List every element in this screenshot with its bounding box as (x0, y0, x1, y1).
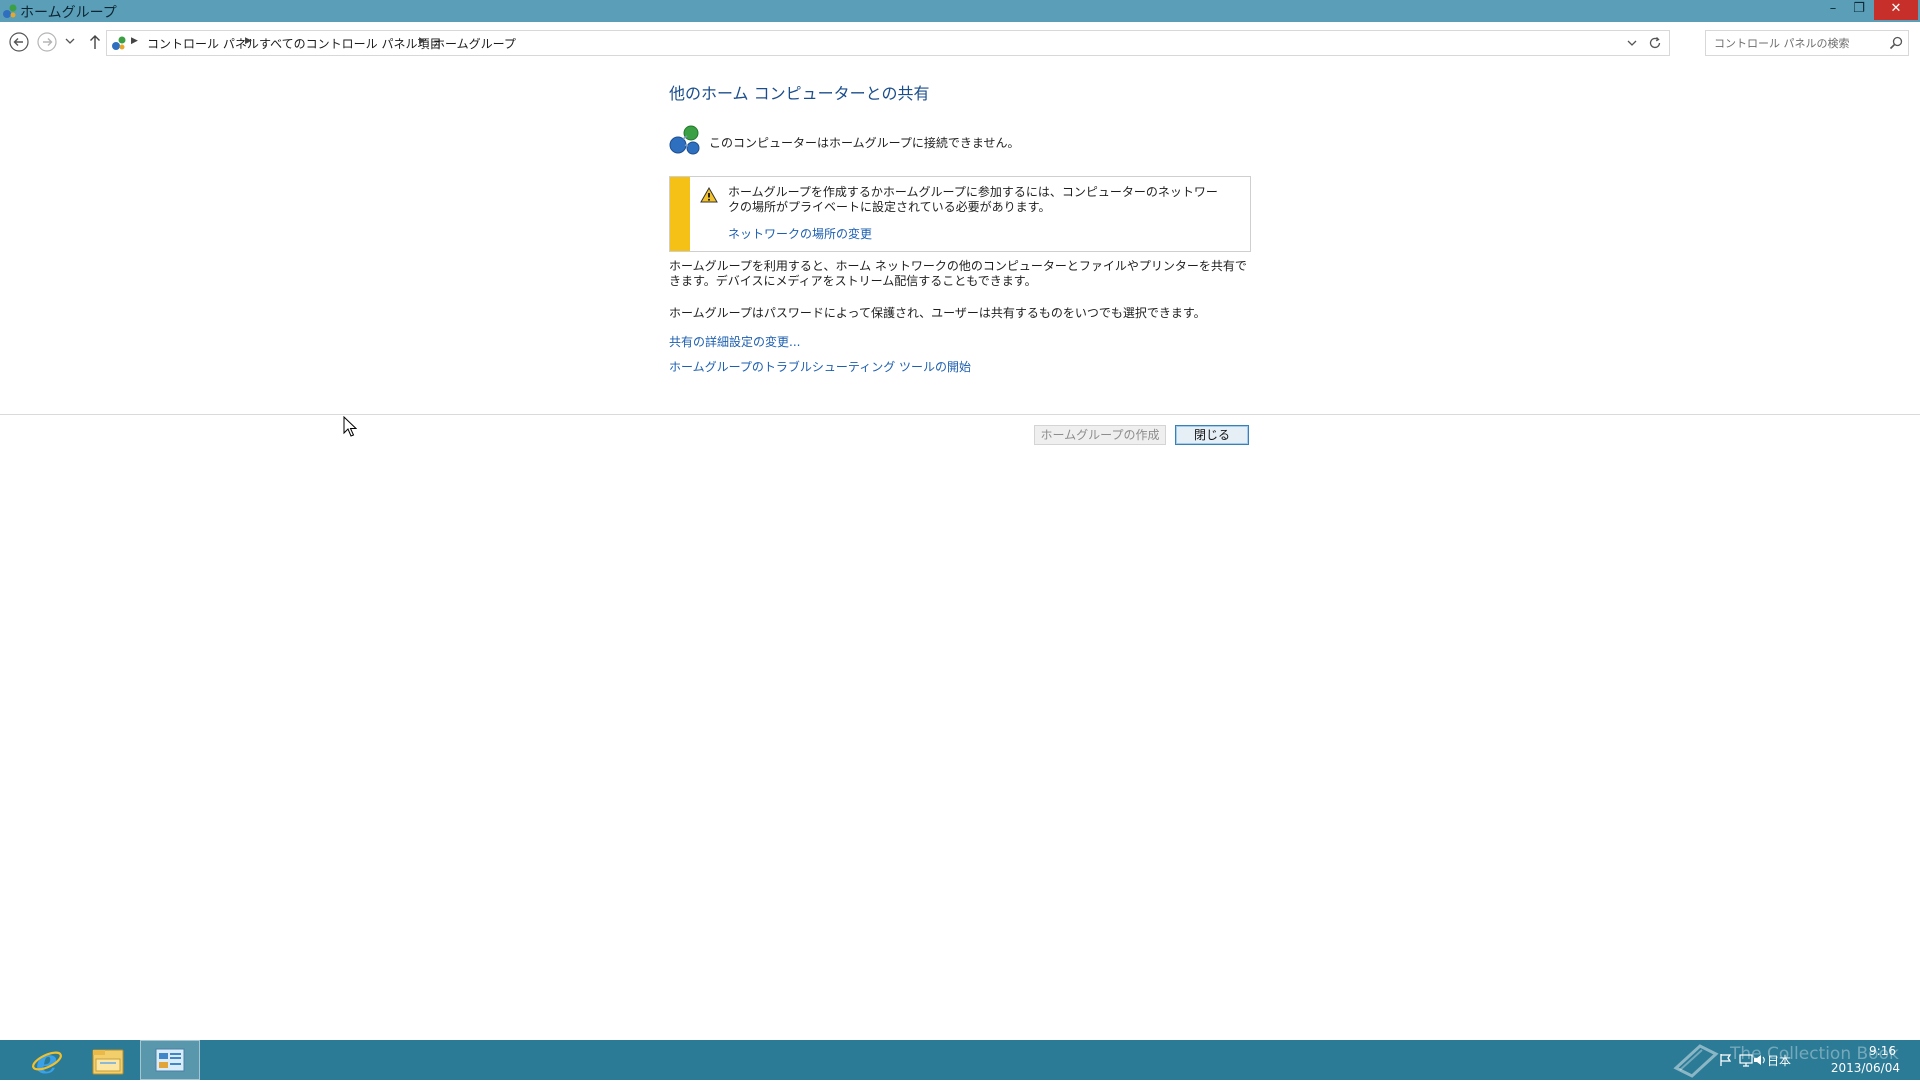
mouse-cursor-icon (343, 416, 357, 437)
homegroup-security-description: ホームグループはパスワードによって保護され、ユーザーは共有するものをいつでも選択… (669, 306, 1206, 320)
footer-divider (0, 414, 1920, 415)
taskbar-file-explorer[interactable] (78, 1040, 138, 1080)
change-network-location-link[interactable]: ネットワークの場所の変更 (728, 225, 872, 242)
breadcrumb-control-panel[interactable]: コントロール パネル (147, 35, 259, 52)
breadcrumb-homegroup[interactable]: ホームグループ (433, 35, 516, 52)
file-explorer-icon (92, 1049, 124, 1075)
book-watermark-icon (1673, 1044, 1719, 1078)
search-icon[interactable] (1888, 35, 1904, 51)
taskbar: e 日本 9:16 2013/06/04 (0, 1040, 1920, 1082)
warning-stripe (670, 177, 690, 251)
breadcrumb-separator-icon[interactable]: ▶ (245, 36, 252, 46)
back-arrow-icon[interactable] (8, 31, 30, 53)
minimize-button[interactable]: – (1820, 0, 1846, 20)
forward-arrow-icon[interactable] (36, 31, 58, 53)
address-bar[interactable]: ▶ コントロール パネル ▶ すべてのコントロール パネル項目 ▶ ホームグルー… (106, 30, 1670, 56)
homegroup-app-icon (3, 4, 17, 18)
homegroup-troubleshooter-link[interactable]: ホームグループのトラブルシューティング ツールの開始 (669, 358, 971, 375)
breadcrumb-separator-icon[interactable]: ▶ (419, 36, 426, 46)
page-title: 他のホーム コンピューターとの共有 (669, 84, 930, 103)
warning-message-box: ホームグループを作成するかホームグループに参加するには、コンピューターのネットワ… (669, 176, 1251, 252)
breadcrumb-all-items[interactable]: すべてのコントロール パネル項目 (259, 35, 442, 52)
close-window-button[interactable]: ✕ (1874, 0, 1918, 20)
up-arrow-icon[interactable] (84, 31, 106, 53)
recent-locations-chevron-icon[interactable] (63, 34, 77, 48)
homegroup-network-icon (669, 125, 700, 155)
connection-status-text: このコンピューターはホームグループに接続できません。 (709, 136, 1020, 150)
homegroup-description: ホームグループを利用すると、ホーム ネットワークの他のコンピューターとファイルや… (669, 259, 1247, 288)
restore-button[interactable]: ❐ (1846, 0, 1872, 20)
refresh-icon[interactable] (1647, 35, 1663, 51)
warning-text: ホームグループを作成するかホームグループに参加するには、コンピューターのネットワ… (728, 185, 1218, 214)
control-panel-icon (155, 1048, 185, 1072)
watermark: The Collection Book (1670, 1036, 1899, 1080)
taskbar-internet-explorer[interactable]: e (16, 1040, 76, 1082)
breadcrumb-separator-icon[interactable]: ▶ (131, 36, 138, 46)
homegroup-location-icon (112, 36, 126, 50)
advanced-sharing-settings-link[interactable]: 共有の詳細設定の変更... (669, 333, 800, 350)
taskbar-control-panel[interactable] (140, 1040, 200, 1080)
navigation-bar: ▶ コントロール パネル ▶ すべてのコントロール パネル項目 ▶ ホームグルー… (0, 22, 1920, 60)
search-box[interactable] (1705, 30, 1909, 56)
search-input[interactable] (1712, 34, 1886, 52)
window-title: ホームグループ (20, 5, 117, 21)
address-dropdown-chevron-icon[interactable] (1625, 35, 1639, 51)
warning-icon (700, 187, 718, 203)
create-homegroup-button[interactable]: ホームグループの作成 (1034, 425, 1166, 445)
svg-text:e: e (36, 1042, 58, 1080)
internet-explorer-icon: e (32, 1042, 62, 1082)
title-bar: ホームグループ – ❐ ✕ (0, 0, 1920, 22)
close-button[interactable]: 閉じる (1175, 425, 1249, 445)
watermark-text: The Collection Book (1730, 1044, 1899, 1064)
